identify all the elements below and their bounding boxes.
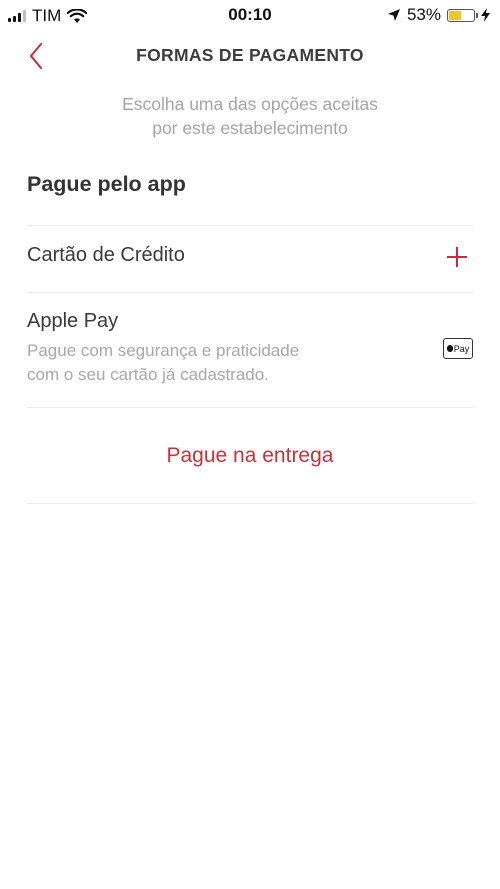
apple-pay-description: Pague com segurança e praticidade com o … <box>27 339 387 387</box>
divider <box>27 407 473 408</box>
subtitle-line-1: Escolha uma das opções aceitas <box>122 94 378 114</box>
plus-icon[interactable] <box>447 247 467 267</box>
pay-on-delivery-button[interactable]: Pague na entrega <box>0 444 500 468</box>
apple-pay-badge: Pay <box>443 338 473 359</box>
apple-pay-badge-text: Pay <box>453 343 470 354</box>
apple-pay-label: Apple Pay <box>27 310 119 332</box>
section-title: Pague pelo app <box>27 172 186 196</box>
subtitle-line-2: por este estabelecimento <box>152 118 348 138</box>
status-right: 53% <box>387 5 490 25</box>
page-subtitle: Escolha uma das opções aceitas por este … <box>0 92 500 140</box>
apple-pay-desc-line-2: com o seu cartão já cadastrado. <box>27 365 269 384</box>
apple-pay-option[interactable]: Apple Pay Pague com segurança e praticid… <box>27 310 473 390</box>
divider <box>27 503 473 504</box>
apple-pay-desc-line-1: Pague com segurança e praticidade <box>27 341 300 360</box>
status-bar: TIM 00:10 53% <box>0 0 500 30</box>
battery-icon <box>447 8 478 22</box>
location-arrow-icon <box>387 9 400 21</box>
divider <box>27 225 473 226</box>
battery-percent: 53% <box>406 5 441 24</box>
credit-card-option[interactable]: Cartão de Crédito <box>27 244 473 272</box>
apple-logo-icon <box>446 345 453 352</box>
credit-card-label: Cartão de Crédito <box>27 244 185 266</box>
page-title: FORMAS DE PAGAMENTO <box>136 45 364 65</box>
divider <box>27 292 473 293</box>
charging-bolt-icon <box>481 8 490 22</box>
